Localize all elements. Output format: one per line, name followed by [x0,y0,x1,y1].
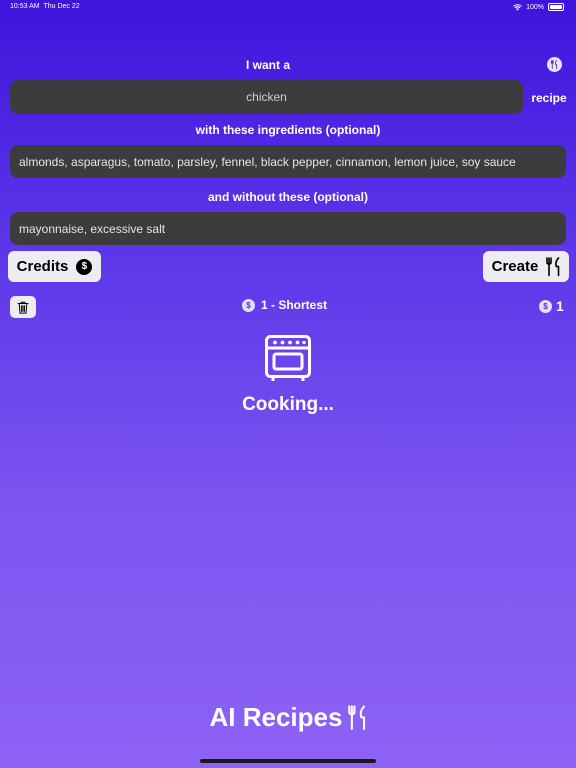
fork-knife-icon[interactable] [547,57,562,72]
battery-icon [548,3,564,11]
credits-button-label: Credits [16,258,69,275]
fork-knife-icon [348,704,366,730]
app-title: AI Recipes [0,702,576,733]
credit-count: 1 [556,298,564,314]
length-label: 1 - Shortest [261,298,328,312]
wifi-icon [513,3,522,11]
battery-percent: 100% [526,3,544,11]
delete-button[interactable] [10,296,36,318]
cooking-status: Cooking... [242,394,334,415]
with-ingredients-label: with these ingredients (optional) [195,123,381,137]
create-button[interactable]: Create [483,251,569,282]
home-indicator[interactable] [200,759,376,763]
length-selector[interactable]: $ 1 - Shortest [242,298,327,312]
status-right: 100% [513,3,564,11]
status-bar: 10:53 AM Thu Dec 22 100% [0,0,576,14]
recipe-suffix-label: recipe [531,91,567,105]
credits-button[interactable]: Credits $ [8,251,101,282]
oven-icon [265,335,311,381]
fork-knife-icon [546,256,560,276]
dollar-coin-icon: $ [76,258,93,275]
dollar-coin-icon: $ [242,298,255,312]
without-ingredients-label: and without these (optional) [208,190,368,204]
dish-input[interactable]: chicken [10,80,523,114]
without-ingredients-input[interactable]: mayonnaise, excessive salt [10,212,566,245]
want-label: I want a [245,58,290,72]
app-title-text: AI Recipes [209,702,343,732]
with-ingredients-input[interactable]: almonds, asparagus, tomato, parsley, fen… [10,145,566,178]
create-button-label: Create [491,258,539,275]
trash-icon [17,301,29,314]
credit-balance: $ 1 [539,298,564,314]
dollar-coin-icon: $ [539,299,552,313]
status-time: 10:53 AM Thu Dec 22 [10,3,80,10]
